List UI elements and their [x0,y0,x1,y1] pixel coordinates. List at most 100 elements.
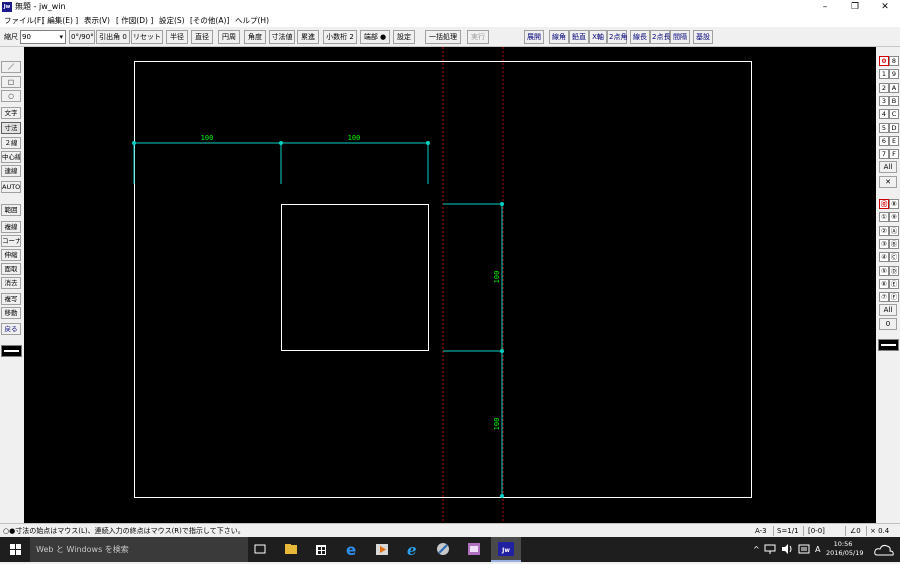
circumference-button[interactable]: 円周 [218,30,240,44]
angle-button[interactable]: 角度 [244,30,266,44]
erase-tool[interactable]: 消去 [1,277,21,289]
maximize-button[interactable]: ❐ [840,0,870,14]
line-type-swatch[interactable] [1,345,22,357]
layer-Ⓕ-button[interactable]: Ⓕ [889,292,899,303]
stretch-tool[interactable]: 伸縮 [1,249,21,261]
scale-select[interactable]: 90 ▾ [20,30,66,44]
spacing-button[interactable]: 間隔 [670,30,690,44]
taskbar-clock[interactable]: 10:56 2016/05/19 [826,540,863,558]
auto-mode-tool[interactable]: AUTO [1,181,21,193]
network-icon[interactable] [764,544,776,554]
menu-edit[interactable]: [ 編集(E) ] [42,15,78,26]
store-icon[interactable] [313,540,329,558]
menu-help[interactable]: ヘルプ(H) [235,15,269,26]
layer-group-A-button[interactable]: A [889,82,899,93]
continuous-line-tool[interactable]: 連線 [1,165,21,177]
radius-button[interactable]: 半径 [166,30,188,44]
drawing-canvas[interactable]: 100 100 100 100 [24,47,876,523]
menu-file[interactable]: ファイル(F) [4,15,44,26]
taskbar-search-box[interactable]: Web と Windows を検索 [30,537,248,562]
layer-⑨-button[interactable]: ⑨ [889,212,899,223]
layer-status[interactable]: [0-0] [808,525,825,537]
layer-Ⓑ-button[interactable]: Ⓑ [889,238,899,249]
layer-①-button[interactable]: ① [879,212,889,223]
start-button[interactable] [0,537,30,562]
execute-button[interactable]: 実行 [467,30,489,44]
layer-③-button[interactable]: ③ [879,238,889,249]
layer-all-button[interactable]: All [879,304,897,316]
layer-⑤-button[interactable]: ⑤ [879,265,889,276]
internet-explorer-icon[interactable]: e [405,540,421,559]
layer-group-5-button[interactable]: 5 [879,122,889,133]
layer-zero-button[interactable]: 0 [879,318,897,330]
vertical-button[interactable]: 鉛直 [569,30,589,44]
two-point-angle-button[interactable]: 2点角 [607,30,627,44]
file-explorer-icon[interactable] [283,540,299,558]
jw-cad-taskbar-button[interactable]: Jw [491,537,521,562]
dimension-value-button[interactable]: 寸法値 [269,30,295,44]
move-tool[interactable]: 移動 [1,307,21,319]
accumulate-button[interactable]: 累進 [297,30,319,44]
dimension-tool[interactable]: 寸法 [1,122,21,134]
rectangle-tool[interactable]: □ [1,76,21,88]
angle-status[interactable]: ∠0 [850,525,861,537]
chamfer-tool[interactable]: 面取 [1,263,21,275]
settings-button[interactable]: 設定 [393,30,415,44]
layer-group-1-button[interactable]: 1 [879,69,889,80]
layer-⓪-button[interactable]: ⓪ [879,199,889,209]
layer-group-7-button[interactable]: 7 [879,149,889,160]
snipping-tool-icon[interactable] [435,540,451,558]
layer-④-button[interactable]: ④ [879,252,889,263]
decimal-places-button[interactable]: 小数桁 2 [323,30,357,44]
close-button[interactable]: ✕ [870,0,900,14]
layer-group-4-button[interactable]: 4 [879,109,889,120]
ime-indicator[interactable]: A [815,537,820,562]
weather-cloud-icon[interactable] [873,542,895,557]
layer-Ⓔ-button[interactable]: Ⓔ [889,278,899,289]
layer-group-9-button[interactable]: 9 [889,69,899,80]
layer-Ⓓ-button[interactable]: Ⓓ [889,265,899,276]
batch-process-button[interactable]: 一括処理 [425,30,461,44]
layer-group-3-button[interactable]: 3 [879,95,889,106]
layer-②-button[interactable]: ② [879,225,889,236]
center-line-tool[interactable]: 中心線 [1,151,21,163]
layer-group-B-button[interactable]: B [889,95,899,106]
layer-⑦-button[interactable]: ⑦ [879,292,889,303]
minimize-button[interactable]: – [810,0,840,14]
paper-size[interactable]: A-3 [755,525,767,537]
scale-status[interactable]: S=1/1 [777,525,799,537]
multi-line-tool[interactable]: 複線 [1,221,21,233]
x-axis-button[interactable]: X軸 [589,30,607,44]
layer-group-E-button[interactable]: E [889,135,899,146]
endpoint-style-button[interactable]: 端部 ● [360,30,390,44]
action-center-icon[interactable] [798,544,810,554]
line-tool[interactable]: ／ [1,61,21,73]
layer-group-D-button[interactable]: D [889,122,899,133]
task-view-icon[interactable] [252,540,268,558]
layer-color-swatch[interactable] [878,339,899,351]
volume-icon[interactable] [781,544,793,554]
layer-group-C-button[interactable]: C [889,109,899,120]
layer-⑧-button[interactable]: ⑧ [889,199,899,209]
layer-group-0-button[interactable]: 0 [879,56,889,66]
line-angle-button[interactable]: 線角 [549,30,569,44]
line-length-button[interactable]: 線長 [630,30,650,44]
reset-button[interactable]: リセット [131,30,163,44]
undo-tool[interactable]: 戻る [1,323,21,335]
layer-group-2-button[interactable]: 2 [879,82,889,93]
edge-browser-icon[interactable]: e [344,540,360,559]
menu-draw[interactable]: [ 作図(D) ] [116,15,153,26]
diameter-button[interactable]: 直径 [191,30,213,44]
expand-button[interactable]: 展開 [524,30,544,44]
angle-0-90-button[interactable]: 0°/90° [69,30,95,44]
layer-group-8-button[interactable]: 8 [889,56,899,66]
paint-app-icon[interactable] [466,540,482,558]
layer-⑥-button[interactable]: ⑥ [879,278,889,289]
corner-tool[interactable]: コーナー [1,235,21,247]
zoom-factor-status[interactable]: × 0.4 [870,525,889,537]
range-select-tool[interactable]: 範囲 [1,204,21,216]
tray-chevron-up-icon[interactable]: ^ [753,537,760,562]
leader-angle-button[interactable]: 引出角 0 [96,30,130,44]
drawing-svg[interactable]: 100 100 100 100 [24,47,876,523]
layer-Ⓐ-button[interactable]: Ⓐ [889,225,899,236]
